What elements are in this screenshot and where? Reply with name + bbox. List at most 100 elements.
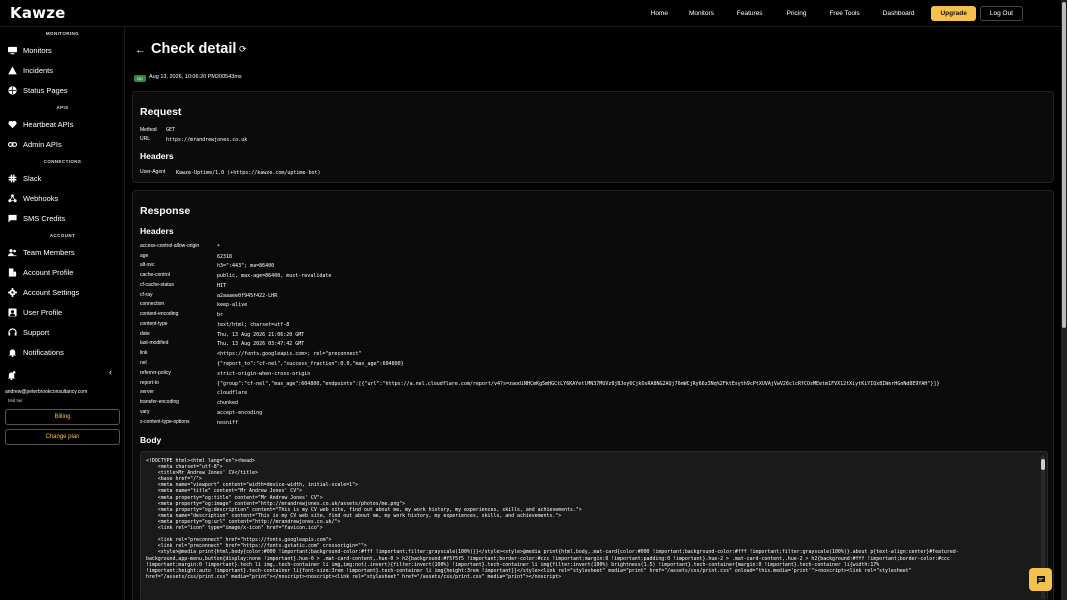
sidebar-item-sms-credits[interactable]: SMS Credits — [7, 213, 65, 223]
response-header-value: HIT — [217, 283, 227, 289]
body-code-line: !important;margin:0 !important}.tech li … — [146, 561, 880, 568]
sms-icon — [7, 213, 17, 223]
response-headers-heading: Headers — [140, 226, 174, 236]
sidebar-item-heartbeat-apis[interactable]: Heartbeat APIs — [7, 119, 73, 129]
body-scrollbar-thumb[interactable] — [1041, 459, 1045, 470]
sidebar-item-incidents[interactable]: Incidents — [7, 65, 53, 75]
body-code-line: <meta property="og:description" content=… — [146, 506, 582, 513]
url-label: URL — [140, 136, 151, 142]
response-header-name: cache-control — [140, 272, 171, 278]
sidebar-item-monitors[interactable]: Monitors — [7, 45, 52, 55]
refresh-icon[interactable]: ⟳ — [239, 44, 247, 55]
response-header-value: br — [217, 312, 224, 318]
sidebar-item-label: SMS Credits — [23, 213, 66, 223]
section-monitoring: MONITORING — [45, 31, 80, 36]
nav-dashboard[interactable]: Dashboard — [883, 10, 915, 17]
response-header-value: * — [217, 244, 221, 250]
top-bar: Kawze Home Monitors Features Pricing Fre… — [0, 0, 1061, 27]
status-badge: Up — [134, 75, 146, 82]
response-header-name: age — [140, 253, 149, 259]
response-header-name: cf-ray — [140, 292, 153, 298]
response-header-value: Thu, 13 Aug 2026 03:47:42 GMT — [217, 341, 305, 347]
response-header-value: keep-alive — [217, 302, 248, 308]
window-scrollbar[interactable] — [1061, 0, 1067, 600]
nav-pricing[interactable]: Pricing — [787, 10, 807, 17]
back-arrow-icon[interactable]: ← — [135, 44, 146, 56]
body-heading: Body — [140, 435, 162, 445]
upgrade-button[interactable]: Upgrade — [931, 6, 976, 21]
chat-icon — [1036, 575, 1045, 584]
response-header-name: link — [140, 350, 148, 356]
chat-button[interactable] — [1029, 568, 1052, 591]
body-code-line: <link rel="preconnect" href="https://fon… — [146, 543, 367, 550]
globe-icon — [7, 85, 17, 95]
response-header-name: content-encoding — [140, 311, 179, 317]
nav-features[interactable]: Features — [737, 10, 763, 17]
response-header-name: transfer-encoding — [140, 399, 179, 405]
body-code-line: background,app-menu,button{display:none … — [146, 555, 950, 562]
sidebar-item-notifications[interactable]: Notifications — [7, 347, 64, 357]
request-card: Request Method GET URL https://mrandrewj… — [132, 91, 1054, 183]
body-code-line: href="/assets/css/print.css" media="prin… — [146, 573, 562, 580]
section-connections: CONNECTIONS — [43, 159, 82, 164]
response-header-value: 62318 — [217, 254, 233, 260]
nav-free-tools[interactable]: Free Tools — [829, 10, 859, 17]
body-code-line: <title>Mr Andrew Jones' CV</title> — [146, 470, 258, 477]
request-headers-heading: Headers — [140, 151, 174, 161]
window-scrollbar-thumb[interactable] — [1062, 2, 1066, 328]
sidebar: MONITORING Monitors Incidents Status Pag… — [0, 27, 125, 600]
sidebar-item-team-members[interactable]: Team Members — [7, 247, 75, 257]
nav-monitors[interactable]: Monitors — [689, 10, 714, 17]
body-code-line: <link rel="icon" type="image/x-icon" hre… — [146, 525, 323, 532]
sidebar-item-label: Slack — [23, 173, 42, 183]
sidebar-item-webhooks[interactable]: Webhooks — [7, 193, 58, 203]
body-code-line: <style>@media print{html,body{color:#000… — [146, 549, 959, 556]
response-body-code[interactable]: <!DOCTYPE html><html lang="en"><head> <m… — [140, 451, 1048, 600]
collapse-sidebar-icon[interactable]: ‹ — [109, 367, 112, 377]
request-header-value: Kawze-Uptime/1.0 (+https://kawze.com/upt… — [176, 170, 321, 176]
check-timestamp: Aug 13, 2026, 10:06:20 PM200543ms — [149, 74, 242, 80]
change-plan-button[interactable]: Change plan — [5, 429, 120, 445]
heart-icon — [7, 119, 17, 129]
response-header-name: connection — [140, 301, 165, 307]
slack-icon — [7, 173, 17, 183]
nav-home[interactable]: Home — [651, 10, 668, 17]
section-apis: APIS — [56, 105, 69, 110]
page-title: Check detail — [151, 41, 237, 57]
body-code-line: <meta name="viewport" content="width=dev… — [146, 482, 358, 489]
response-header-value: {"group":"cf-nel","max_age":604800,"endp… — [217, 381, 940, 387]
sidebar-item-account-settings[interactable]: Account Settings — [7, 287, 79, 297]
response-header-value: strict-origin-when-cross-origin — [217, 371, 311, 377]
sidebar-item-account-profile[interactable]: Account Profile — [7, 267, 73, 277]
sidebar-item-label: Monitors — [23, 45, 52, 55]
billing-button[interactable]: Billing — [5, 409, 120, 425]
response-header-name: date — [140, 331, 150, 337]
sidebar-item-status-pages[interactable]: Status Pages — [7, 85, 68, 95]
support-icon — [7, 327, 17, 337]
section-account: ACCOUNT — [49, 233, 76, 238]
sidebar-item-label: Team Members — [23, 247, 75, 257]
sidebar-item-slack[interactable]: Slack — [7, 173, 41, 183]
sidebar-item-label: Webhooks — [23, 193, 59, 203]
logout-button[interactable]: Log Out — [979, 6, 1023, 21]
sidebar-item-support[interactable]: Support — [7, 327, 49, 337]
sidebar-item-admin-apis[interactable]: Admin APIs — [7, 139, 62, 149]
response-header-name: content-type — [140, 321, 168, 327]
bell-icon — [7, 347, 17, 357]
response-header-name: nel — [140, 360, 147, 366]
response-heading: Response — [140, 205, 191, 217]
monitors-icon — [7, 45, 17, 55]
logo[interactable]: Kawze — [10, 4, 66, 22]
notification-bell-icon[interactable] — [7, 367, 17, 381]
request-header-name: User-Agent — [140, 169, 166, 175]
sidebar-item-label: Admin APIs — [23, 139, 62, 149]
response-body-text: <!DOCTYPE html><html lang="en"><head> <m… — [141, 452, 1047, 586]
warning-icon — [7, 65, 17, 75]
body-code-line: <link rel="preconnect" href="https://fon… — [146, 537, 332, 544]
sidebar-item-label: Account Settings — [23, 287, 80, 297]
plan-tier: Mid tier — [8, 398, 23, 403]
sidebar-item-label: Status Pages — [23, 85, 68, 95]
top-nav: Home Monitors Features Pricing Free Tool… — [651, 6, 1023, 21]
response-header-name: report-to — [140, 380, 159, 386]
sidebar-item-user-profile[interactable]: User Profile — [7, 307, 62, 317]
